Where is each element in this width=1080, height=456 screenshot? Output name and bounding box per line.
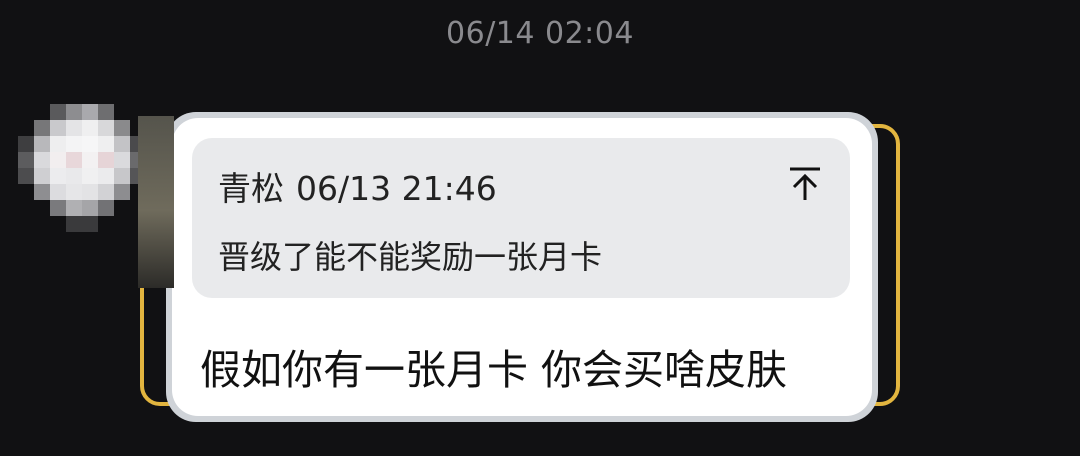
quoted-sender: 青松: [218, 169, 284, 208]
message-text: 假如你有一张月卡 你会买啥皮肤: [200, 346, 788, 394]
chat-view: 06/14 02:04 青松 06/13 21:46 晋级了能不能奖励一张月卡 …: [0, 0, 1080, 456]
avatar[interactable]: [18, 104, 146, 232]
arrow-up-to-top-icon[interactable]: [788, 166, 822, 202]
quoted-message[interactable]: 青松 06/13 21:46 晋级了能不能奖励一张月卡: [192, 138, 850, 298]
message-timestamp: 06/14 02:04: [446, 16, 634, 51]
quoted-message-header: 青松 06/13 21:46: [218, 162, 497, 210]
bubble-decoration: [138, 116, 174, 288]
quoted-time: 06/13 21:46: [296, 169, 497, 208]
quoted-text: 晋级了能不能奖励一张月卡: [218, 238, 603, 276]
